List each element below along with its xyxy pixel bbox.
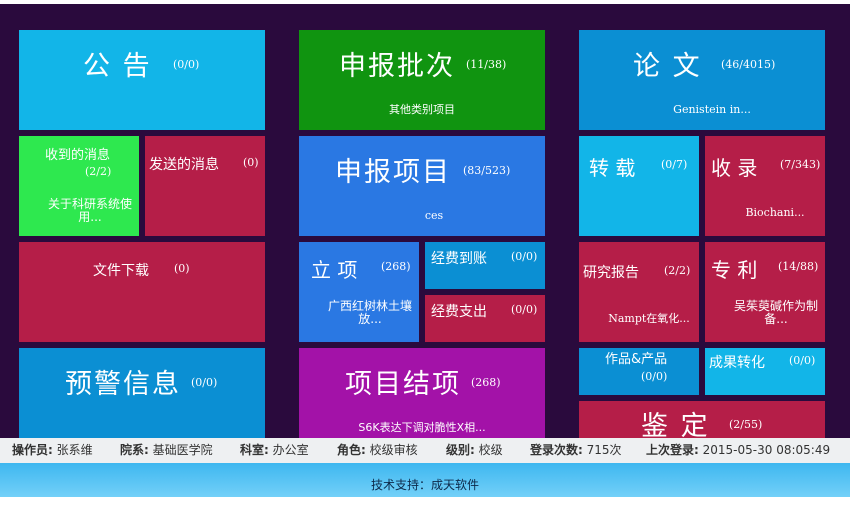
tile-research-report[interactable]: 研究报告 (2/2) Nampt在氧化... <box>579 242 699 342</box>
tile-received-sub: 关于科研系统使用... <box>47 197 132 224</box>
tile-appraisal-title: 鉴 定 <box>641 411 710 438</box>
tile-batch-count: (11/38) <box>466 58 507 71</box>
tile-project-count: (83/523) <box>463 164 511 177</box>
tile-approved-sub: 广西红树林土壤放... <box>327 299 412 326</box>
tile-funds-out[interactable]: 经费支出 (0/0) <box>425 295 545 342</box>
tile-notice-count: (0/0) <box>173 58 200 71</box>
tile-funds-in-count: (0/0) <box>511 250 538 263</box>
tile-indexed-count: (7/343) <box>780 158 821 171</box>
dashboard-stage: 公 告 (0/0) 收到的消息 (2/2) 关于科研系统使用... 发送的消息 … <box>0 4 850 438</box>
status-last-login: 上次登录: 2015-05-30 08:05:49 <box>646 443 831 457</box>
tile-closing[interactable]: 项目结项 (268) S6K表达下调对脆性X相... <box>299 348 545 438</box>
tile-notice[interactable]: 公 告 (0/0) <box>19 30 265 130</box>
tile-project[interactable]: 申报项目 (83/523) ces <box>299 136 545 236</box>
tile-report-sub: Nampt在氧化... <box>608 312 690 325</box>
tile-appraisal[interactable]: 鉴 定 (2/55) <box>579 401 825 438</box>
tile-sent-messages[interactable]: 发送的消息 (0) <box>145 136 265 236</box>
tile-received-count: (2/2) <box>85 165 112 178</box>
tile-closing-title: 项目结项 <box>345 369 461 400</box>
tile-received-messages[interactable]: 收到的消息 (2/2) 关于科研系统使用... <box>19 136 139 236</box>
status-department: 院系: 基础医学院 <box>120 443 213 457</box>
tile-works-count: (0/0) <box>641 370 668 383</box>
tile-works[interactable]: 作品&产品 (0/0) <box>579 348 699 395</box>
tile-sent-count: (0) <box>243 156 259 169</box>
tile-reprint-title: 转 载 <box>589 156 636 180</box>
status-login-count: 登录次数: 715次 <box>530 443 622 457</box>
tile-report-title: 研究报告 <box>583 265 639 281</box>
tile-paper-count: (46/4015) <box>721 58 776 71</box>
tile-transfer-count: (0/0) <box>789 354 816 367</box>
status-office: 科室: 办公室 <box>240 443 309 457</box>
tile-closing-sub: S6K表达下调对脆性X相... <box>358 421 486 434</box>
tile-download-title: 文件下载 <box>93 263 149 279</box>
tile-indexed-sub: Biochani... <box>745 206 805 219</box>
tile-indexed[interactable]: 收 录 (7/343) Biochani... <box>705 136 825 236</box>
tile-patent-count: (14/88) <box>778 260 819 273</box>
status-operator: 操作员: 张系维 <box>12 443 93 457</box>
tile-transfer-title: 成果转化 <box>709 355 765 371</box>
tile-received-title: 收到的消息 <box>45 148 111 163</box>
tile-funds-out-count: (0/0) <box>511 303 538 316</box>
tile-warning-count: (0/0) <box>191 376 218 389</box>
tile-reprint[interactable]: 转 载 (0/7) <box>579 136 699 236</box>
tile-paper[interactable]: 论 文 (46/4015) Genistein in... <box>579 30 825 130</box>
tile-warning[interactable]: 预警信息 (0/0) <box>19 348 265 438</box>
tile-approved-title: 立 项 <box>311 258 358 282</box>
tile-file-download[interactable]: 文件下载 (0) <box>19 242 265 342</box>
tile-approved[interactable]: 立 项 (268) 广西红树林土壤放... <box>299 242 419 342</box>
tile-project-sub: ces <box>424 209 444 222</box>
tile-funds-out-title: 经费支出 <box>431 304 487 320</box>
tile-patent[interactable]: 专 利 (14/88) 吴茱萸碱作为制备... <box>705 242 825 342</box>
tile-approved-count: (268) <box>381 260 411 273</box>
tile-download-count: (0) <box>174 262 190 275</box>
tile-patent-sub: 吴茱萸碱作为制备... <box>733 299 818 326</box>
tile-transfer[interactable]: 成果转化 (0/0) <box>705 348 825 395</box>
tile-indexed-title: 收 录 <box>711 156 758 180</box>
tile-batch[interactable]: 申报批次 (11/38) 其他类别项目 <box>299 30 545 130</box>
tile-patent-title: 专 利 <box>711 258 758 282</box>
status-level: 级别: 校级 <box>446 443 503 457</box>
tile-paper-title: 论 文 <box>633 51 702 82</box>
status-bar: 操作员: 张系维 院系: 基础医学院 科室: 办公室 角色: 校级审核 级别: … <box>0 438 850 463</box>
tile-appraisal-count: (2/55) <box>729 418 763 431</box>
tile-warning-title: 预警信息 <box>65 369 181 400</box>
tile-closing-count: (268) <box>471 376 501 389</box>
tile-report-count: (2/2) <box>664 264 691 277</box>
tile-sent-title: 发送的消息 <box>149 157 219 173</box>
tile-reprint-count: (0/7) <box>661 158 688 171</box>
tile-batch-title: 申报批次 <box>339 51 455 82</box>
tile-notice-title: 公 告 <box>83 51 152 82</box>
tile-funds-in[interactable]: 经费到账 (0/0) <box>425 242 545 289</box>
footer-tech-support: 技术支持：成天软件 <box>0 463 850 497</box>
tile-funds-in-title: 经费到账 <box>431 251 487 267</box>
tile-paper-sub: Genistein in... <box>673 103 751 116</box>
status-role: 角色: 校级审核 <box>337 443 418 457</box>
tile-batch-sub: 其他类别项目 <box>389 103 455 116</box>
tile-project-title: 申报项目 <box>335 157 451 188</box>
tile-works-title: 作品&产品 <box>605 352 668 367</box>
